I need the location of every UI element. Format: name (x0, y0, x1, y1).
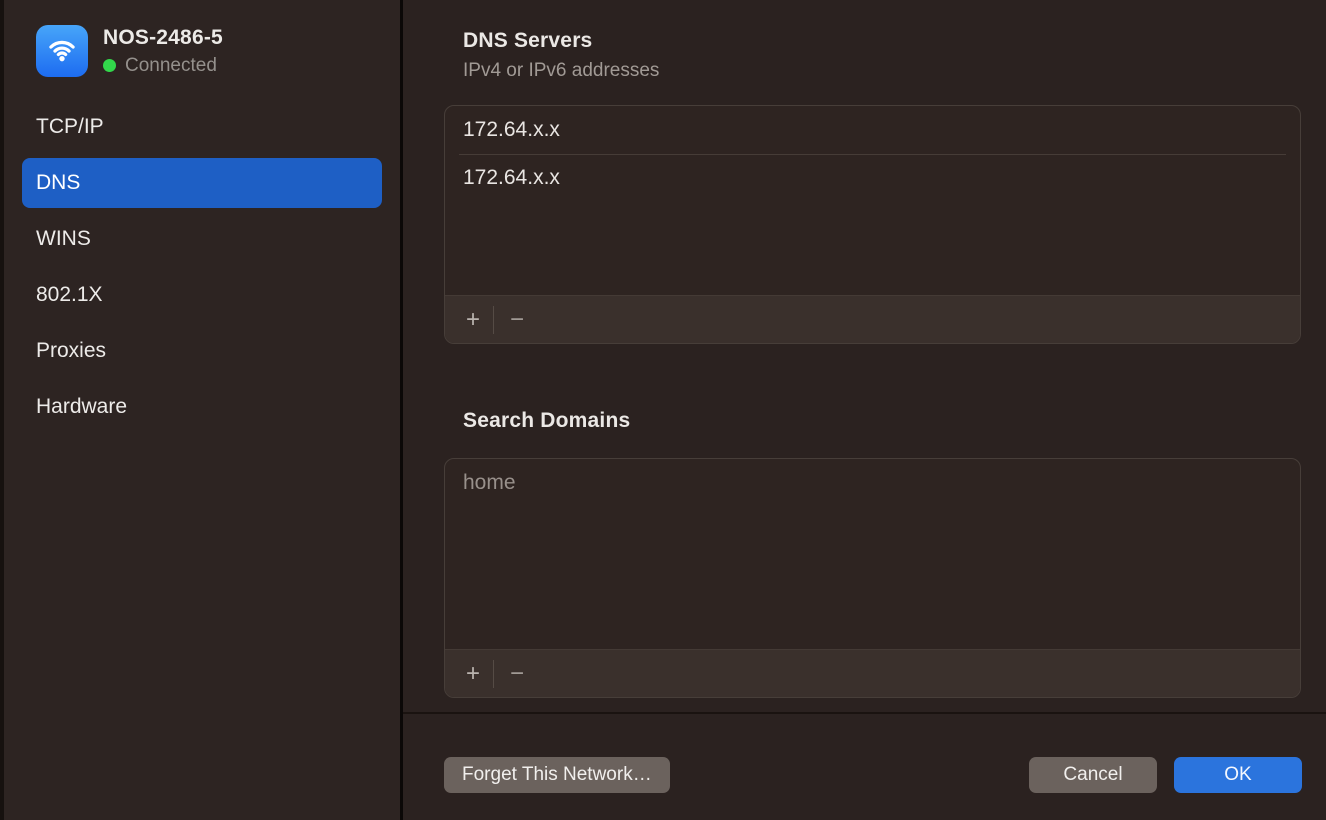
network-status: Connected (103, 55, 223, 77)
sidebar-nav: TCP/IP DNS WINS 802.1X Proxies Hardware (22, 102, 382, 438)
dns-servers-subtitle: IPv4 or IPv6 addresses (463, 60, 659, 82)
footer-divider (403, 712, 1326, 714)
dns-settings-panel: DNS Servers IPv4 or IPv6 addresses 172.6… (403, 0, 1326, 820)
dns-servers-title: DNS Servers (463, 29, 592, 53)
sidebar-item-tcpip[interactable]: TCP/IP (22, 102, 382, 152)
remove-search-domain-button[interactable]: − (494, 652, 540, 696)
search-domains-rows: home (445, 459, 1300, 649)
remove-dns-server-button[interactable]: − (494, 298, 540, 342)
dns-servers-list-controls: + − (445, 295, 1300, 343)
sidebar-item-dns[interactable]: DNS (22, 158, 382, 208)
search-domains-list-controls: + − (445, 649, 1300, 697)
add-dns-server-button[interactable]: + (453, 298, 493, 342)
ok-button[interactable]: OK (1174, 757, 1302, 793)
sidebar-item-proxies[interactable]: Proxies (22, 326, 382, 376)
forget-network-button[interactable]: Forget This Network… (444, 757, 670, 793)
dns-server-row[interactable]: 172.64.x.x (445, 106, 1300, 154)
network-status-label: Connected (125, 55, 217, 77)
cancel-button[interactable]: Cancel (1029, 757, 1157, 793)
sidebar-item-wins[interactable]: WINS (22, 214, 382, 264)
dialog-buttons: Cancel OK (1029, 757, 1302, 793)
network-info: NOS-2486-5 Connected (103, 26, 223, 77)
sidebar-item-hardware[interactable]: Hardware (22, 382, 382, 432)
dns-servers-rows: 172.64.x.x 172.64.x.x (445, 106, 1300, 295)
dns-server-row[interactable]: 172.64.x.x (445, 154, 1300, 202)
wifi-icon (36, 25, 88, 77)
add-search-domain-button[interactable]: + (453, 652, 493, 696)
network-name: NOS-2486-5 (103, 26, 223, 50)
search-domains-title: Search Domains (463, 409, 630, 433)
wifi-details-window: NOS-2486-5 Connected TCP/IP DNS WINS 802… (0, 0, 1326, 820)
search-domains-list: home + − (444, 458, 1301, 698)
search-domain-row[interactable]: home (445, 459, 1300, 507)
network-header: NOS-2486-5 Connected (36, 25, 223, 77)
connected-dot-icon (103, 59, 116, 72)
dns-servers-list: 172.64.x.x 172.64.x.x + − (444, 105, 1301, 344)
window-edge (0, 0, 4, 820)
sidebar-item-8021x[interactable]: 802.1X (22, 270, 382, 320)
sidebar: NOS-2486-5 Connected TCP/IP DNS WINS 802… (0, 0, 400, 820)
